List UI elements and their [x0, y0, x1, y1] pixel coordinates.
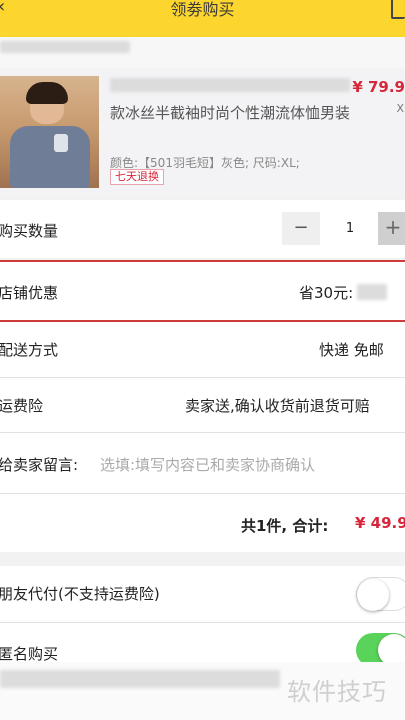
product-title-redacted	[110, 78, 350, 92]
product-price: ¥ 79.9	[352, 78, 405, 96]
quantity-input[interactable]: 1	[330, 212, 370, 245]
return-badge: 七天退换	[110, 169, 164, 185]
summary-row: 共1件, 合计: ¥ 49.9	[0, 494, 405, 552]
product-card[interactable]: 款冰丝半截袖时尚个性潮流体恤男装 颜色:【501羽毛短】灰色; 尺码:XL; 七…	[0, 68, 405, 196]
nav-header: ‹ 领劵购买	[0, 0, 405, 37]
watermark-text: 软件技巧	[287, 678, 387, 706]
address-redacted	[0, 41, 130, 53]
friend-pay-toggle[interactable]	[356, 577, 405, 611]
shipping-insurance-value: 卖家送,确认收货前退货可赔	[185, 397, 370, 415]
shipping-value: 快递 免邮	[319, 341, 384, 359]
edit-icon[interactable]	[391, 0, 405, 19]
product-title: 款冰丝半截袖时尚个性潮流体恤男装	[110, 104, 351, 122]
message-label: 给卖家留言:	[0, 456, 79, 474]
summary-total: ¥ 49.9	[355, 514, 405, 532]
quantity-label: 购买数量	[0, 222, 59, 240]
store-discount-redacted	[357, 284, 387, 300]
shipping-insurance-label: 运费险	[0, 397, 44, 415]
store-discount-row[interactable]: 店铺优惠 省30元:	[0, 262, 405, 320]
store-discount-label: 店铺优惠	[0, 284, 59, 302]
message-row: 给卖家留言: 选填:填写内容已和卖家协商确认	[0, 433, 405, 493]
product-image	[0, 76, 99, 188]
shipping-insurance-row[interactable]: 运费险 卖家送,确认收货前退货可赔	[0, 378, 405, 432]
friend-pay-label: 朋友代付(不支持运费险)	[0, 585, 160, 603]
summary-count: 共1件, 合计:	[241, 517, 329, 535]
address-bar[interactable]	[0, 37, 405, 68]
friend-pay-row: 朋友代付(不支持运费险)	[0, 566, 405, 622]
product-quantity-mark: X	[396, 102, 404, 115]
shipping-label: 配送方式	[0, 341, 59, 359]
anonymous-row: 匿名购买	[0, 623, 405, 667]
quantity-plus-button[interactable]: +	[378, 212, 405, 245]
store-discount-value: 省30元:	[299, 284, 354, 302]
quantity-row: 购买数量 − 1 +	[0, 200, 405, 258]
redacted-text	[0, 670, 280, 688]
quantity-minus-button[interactable]: −	[282, 212, 320, 245]
page-title: 领劵购买	[170, 0, 235, 19]
shipping-row[interactable]: 配送方式 快递 免邮	[0, 322, 405, 377]
message-input[interactable]: 选填:填写内容已和卖家协商确认	[100, 454, 315, 475]
anonymous-label: 匿名购买	[0, 645, 59, 663]
